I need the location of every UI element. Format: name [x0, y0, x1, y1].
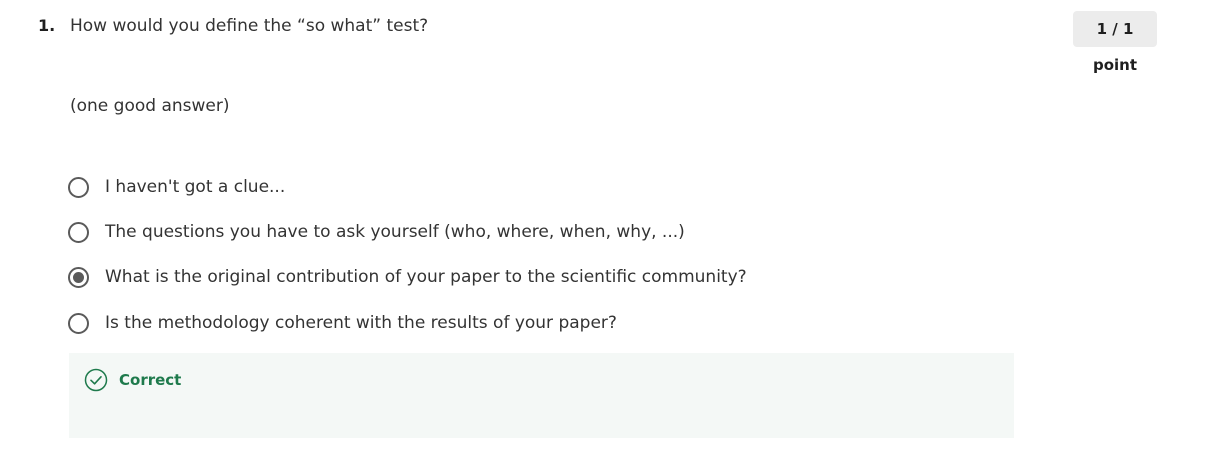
radio-button[interactable]	[68, 176, 89, 198]
option-3[interactable]: What is the original contribution of you…	[68, 264, 747, 290]
radio-button-selected[interactable]	[68, 266, 89, 288]
radio-button[interactable]	[68, 221, 89, 243]
option-label: Is the methodology coherent with the res…	[105, 313, 617, 333]
option-4[interactable]: Is the methodology coherent with the res…	[68, 310, 617, 336]
feedback-panel: Correct	[69, 353, 1014, 438]
option-1[interactable]: I haven't got a clue...	[68, 174, 285, 200]
feedback-status: Correct	[119, 371, 182, 389]
option-label: I haven't got a clue...	[105, 177, 286, 197]
question-prompt: How would you define the “so what” test?	[70, 16, 429, 36]
option-label: The questions you have to ask yourself (…	[105, 222, 685, 242]
question-hint: (one good answer)	[70, 96, 230, 116]
radio-button[interactable]	[68, 312, 89, 334]
check-circle-icon	[84, 368, 108, 392]
question-number: 1.	[38, 16, 56, 35]
option-2[interactable]: The questions you have to ask yourself (…	[68, 219, 685, 245]
option-label: What is the original contribution of you…	[105, 267, 747, 287]
score-badge: 1 / 1 point	[1073, 11, 1157, 74]
